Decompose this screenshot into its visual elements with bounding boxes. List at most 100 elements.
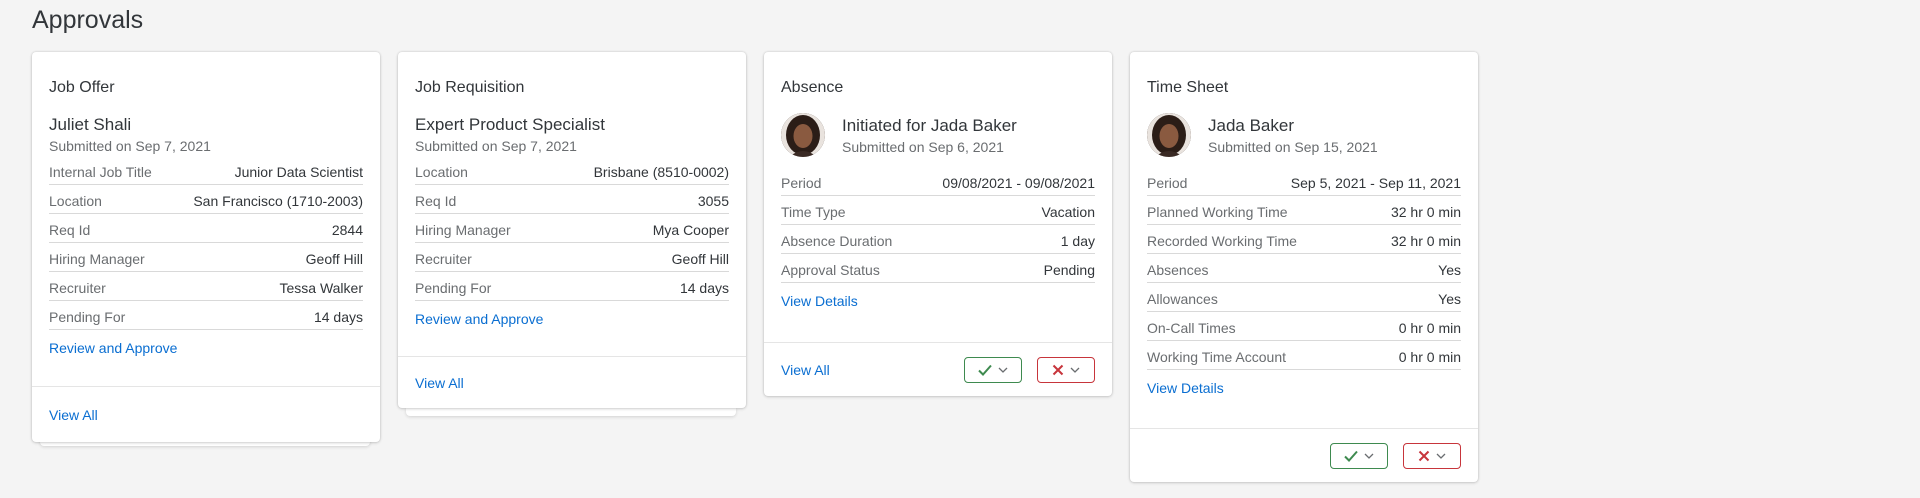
row-label: Recruiter [415, 251, 472, 267]
row-label: Allowances [1147, 291, 1218, 307]
row-value: 3055 [697, 193, 729, 209]
row-value: Mya Cooper [652, 222, 729, 238]
detail-row: Req Id 2844 [49, 214, 363, 243]
detail-row: Absence Duration 1 day [781, 225, 1095, 254]
job-requisition-card[interactable]: Job Requisition Expert Product Specialis… [398, 52, 746, 408]
row-value: 0 hr 0 min [1398, 349, 1461, 365]
row-value: Pending [1043, 262, 1095, 278]
detail-row: Planned Working Time 32 hr 0 min [1147, 196, 1461, 225]
row-label: Recruiter [49, 280, 106, 296]
candidate-name: Juliet Shali [49, 115, 132, 134]
card-header: Job Offer [49, 79, 115, 96]
time-sheet-card[interactable]: Time Sheet Jada Baker Submitted on Sep 1… [1130, 52, 1478, 482]
chevron-down-icon [998, 367, 1008, 373]
row-label: Approval Status [781, 262, 880, 278]
detail-row: Approval Status Pending [781, 254, 1095, 283]
employee-info: Jada Baker Submitted on Sep 15, 2021 [1130, 113, 1478, 157]
row-label: Req Id [49, 222, 91, 238]
view-all-link[interactable]: View All [781, 362, 830, 378]
submitted-date: Submitted on Sep 7, 2021 [415, 138, 577, 154]
avatar [1147, 113, 1191, 157]
view-details-link[interactable]: View Details [1130, 380, 1478, 396]
page-title: Approvals [32, 6, 144, 34]
detail-row: Allowances Yes [1147, 283, 1461, 312]
detail-row: Absences Yes [1147, 254, 1461, 283]
row-label: Planned Working Time [1147, 204, 1288, 220]
row-value: Tessa Walker [279, 280, 363, 296]
review-and-approve-link[interactable]: Review and Approve [32, 340, 380, 356]
row-label: Req Id [415, 193, 457, 209]
job-offer-card[interactable]: Job Offer Juliet Shali Submitted on Sep … [32, 52, 380, 442]
reject-button[interactable] [1403, 442, 1461, 469]
checkmark-icon [1344, 450, 1358, 462]
detail-row: Recorded Working Time 32 hr 0 min [1147, 225, 1461, 254]
employee-name: Jada Baker [1208, 115, 1294, 135]
row-label: Recorded Working Time [1147, 233, 1297, 249]
checkmark-icon [978, 364, 992, 376]
row-label: Location [415, 164, 468, 180]
card-footer: View All [398, 356, 746, 408]
row-value: 2844 [331, 222, 363, 238]
view-all-link[interactable]: View All [49, 407, 98, 423]
approve-button[interactable] [964, 356, 1022, 383]
view-details-link[interactable]: View Details [764, 293, 1112, 309]
row-value: Geoff Hill [671, 251, 729, 267]
detail-row: Recruiter Tessa Walker [49, 272, 363, 301]
row-value: Sep 5, 2021 - Sep 11, 2021 [1290, 175, 1461, 191]
detail-row: Time Type Vacation [781, 196, 1095, 225]
detail-row: On-Call Times 0 hr 0 min [1147, 312, 1461, 341]
approve-button[interactable] [1330, 442, 1388, 469]
detail-row: Internal Job Title Junior Data Scientist [49, 156, 363, 185]
chevron-down-icon [1364, 453, 1374, 459]
row-label: Working Time Account [1147, 349, 1287, 365]
review-and-approve-link[interactable]: Review and Approve [398, 311, 746, 327]
chevron-down-icon [1436, 453, 1446, 459]
card-footer [1130, 428, 1478, 482]
requisition-title: Expert Product Specialist [415, 115, 605, 134]
row-label: Location [49, 193, 102, 209]
detail-row: Hiring Manager Mya Cooper [415, 214, 729, 243]
row-label: Pending For [415, 280, 492, 296]
row-label: Period [781, 175, 822, 191]
row-value: 32 hr 0 min [1390, 204, 1461, 220]
chevron-down-icon [1070, 367, 1080, 373]
submitted-date: Submitted on Sep 15, 2021 [1208, 138, 1378, 155]
row-value: Brisbane (8510-0002) [593, 164, 729, 180]
submitted-date: Submitted on Sep 6, 2021 [842, 138, 1004, 155]
employee-info: Initiated for Jada Baker Submitted on Se… [764, 113, 1112, 157]
avatar [781, 113, 825, 157]
row-value: Junior Data Scientist [234, 164, 363, 180]
detail-row: Working Time Account 0 hr 0 min [1147, 341, 1461, 370]
reject-button[interactable] [1037, 356, 1095, 383]
card-footer: View All [32, 386, 380, 442]
row-value: 32 hr 0 min [1390, 233, 1461, 249]
row-value: Vacation [1041, 204, 1095, 220]
row-value: 09/08/2021 - 09/08/2021 [942, 175, 1095, 191]
row-value: 0 hr 0 min [1398, 320, 1461, 336]
row-value: Yes [1438, 291, 1461, 307]
row-value: Yes [1438, 262, 1461, 278]
detail-row: Period 09/08/2021 - 09/08/2021 [781, 167, 1095, 196]
row-label: Absences [1147, 262, 1209, 278]
detail-row: Location Brisbane (8510-0002) [415, 156, 729, 185]
row-label: Period [1147, 175, 1188, 191]
detail-row: Recruiter Geoff Hill [415, 243, 729, 272]
detail-row: Pending For 14 days [49, 301, 363, 330]
row-label: Absence Duration [781, 233, 893, 249]
card-header: Time Sheet [1147, 79, 1229, 96]
detail-row: Pending For 14 days [415, 272, 729, 301]
row-value: San Francisco (1710-2003) [193, 193, 363, 209]
row-label: Time Type [781, 204, 846, 220]
absence-card[interactable]: Absence Initiated for Jada Baker Submitt… [764, 52, 1112, 396]
row-label: Pending For [49, 309, 126, 325]
card-footer: View All [764, 342, 1112, 396]
row-label: On-Call Times [1147, 320, 1236, 336]
row-value: 14 days [313, 309, 363, 325]
employee-name: Initiated for Jada Baker [842, 115, 1017, 135]
row-label: Hiring Manager [415, 222, 511, 238]
view-all-link[interactable]: View All [415, 375, 464, 391]
card-header: Job Requisition [415, 79, 525, 96]
row-value: Geoff Hill [305, 251, 363, 267]
detail-row: Hiring Manager Geoff Hill [49, 243, 363, 272]
row-label: Hiring Manager [49, 251, 145, 267]
